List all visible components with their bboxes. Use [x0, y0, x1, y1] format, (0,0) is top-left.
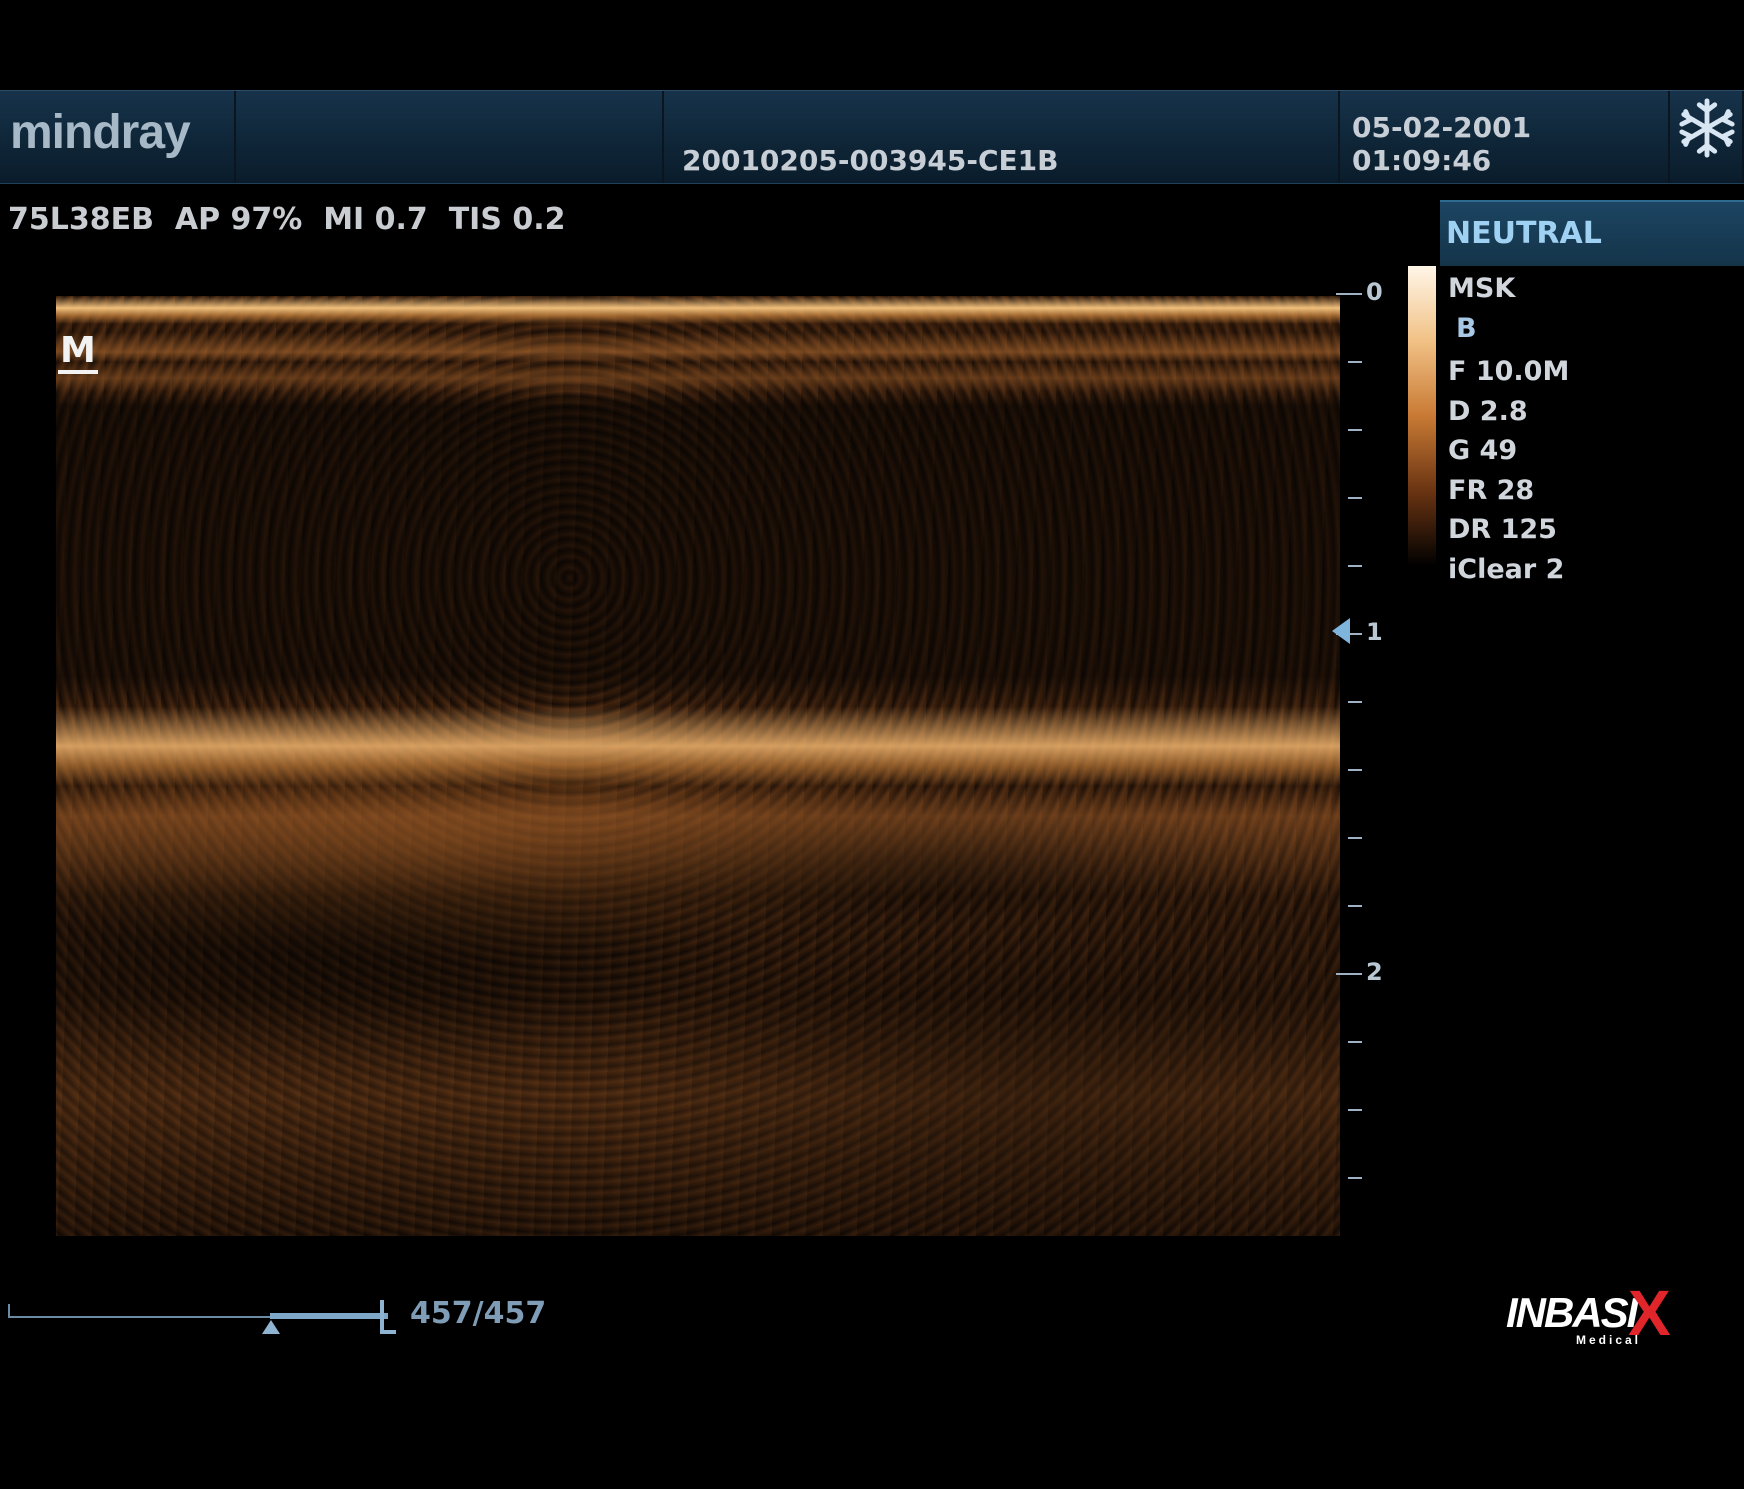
depth-tick	[1348, 565, 1362, 567]
cine-frame-counter: 457/457	[410, 1296, 547, 1331]
application-label: MSK	[1448, 273, 1516, 304]
param-depth: D 2.8	[1448, 395, 1528, 427]
depth-tick	[1348, 1177, 1362, 1179]
datetime: 05-02-2001 01:09:46	[1352, 111, 1532, 177]
param-frequency: F 10.0M	[1448, 356, 1570, 387]
exam-id: 20010205-003945-CE1B	[682, 144, 1059, 177]
param-gain: G 49	[1448, 435, 1518, 466]
ultrasound-image[interactable]	[56, 296, 1340, 1236]
depth-tick	[1348, 701, 1362, 703]
mindray-logo: mindray	[10, 106, 191, 159]
focus-marker-icon[interactable]	[1332, 618, 1350, 644]
depth-tick	[1348, 361, 1362, 363]
cine-right-handle[interactable]	[380, 1300, 396, 1334]
header-bar: mindray 20010205-003945-CE1B 05-02-2001 …	[0, 90, 1744, 184]
param-dynamic-range: DR 125	[1448, 514, 1557, 545]
preset-header[interactable]: NEUTRAL	[1440, 200, 1744, 266]
datetime-cell: 05-02-2001 01:09:46	[1340, 91, 1670, 183]
depth-label-0: 0	[1366, 278, 1383, 306]
depth-tick	[1336, 973, 1362, 975]
depth-tick	[1348, 837, 1362, 839]
orientation-marker: M	[58, 332, 98, 374]
depth-scale: 0 1 2	[1330, 278, 1390, 1200]
watermark-text: INBASI	[1506, 1289, 1638, 1336]
graymap-bar	[1408, 266, 1436, 566]
depth-tick	[1348, 905, 1362, 907]
freeze-cell[interactable]	[1670, 91, 1744, 183]
cine-selection[interactable]	[270, 1313, 388, 1319]
probe-info: 75L38EB AP 97% MI 0.7 TIS 0.2	[8, 202, 566, 237]
depth-tick	[1348, 1109, 1362, 1111]
imaging-params: MSK B F 10.0M D 2.8 G 49 FR 28 DR 125 iC…	[1448, 272, 1569, 589]
watermark-sub: Medical	[1576, 1333, 1642, 1347]
param-iclear: iClear 2	[1448, 553, 1565, 585]
cine-left-handle[interactable]	[262, 1320, 280, 1334]
depth-tick	[1348, 497, 1362, 499]
preset-label: NEUTRAL	[1446, 216, 1602, 251]
depth-tick	[1348, 429, 1362, 431]
mode-label: B	[1456, 313, 1477, 344]
logo-cell: mindray	[0, 91, 236, 183]
watermark-logo: INBASI X Medical	[1500, 1281, 1700, 1353]
cine-bar[interactable]	[6, 1300, 406, 1340]
exam-id-cell: 20010205-003945-CE1B	[664, 91, 1340, 183]
depth-label-2: 2	[1366, 958, 1383, 986]
depth-label-1: 1	[1366, 618, 1383, 646]
header-blank-cell	[236, 91, 664, 183]
param-frame-rate: FR 28	[1448, 474, 1535, 506]
depth-tick	[1336, 293, 1362, 295]
depth-tick	[1348, 769, 1362, 771]
snowflake-icon[interactable]	[1676, 97, 1738, 159]
depth-tick	[1348, 1041, 1362, 1043]
